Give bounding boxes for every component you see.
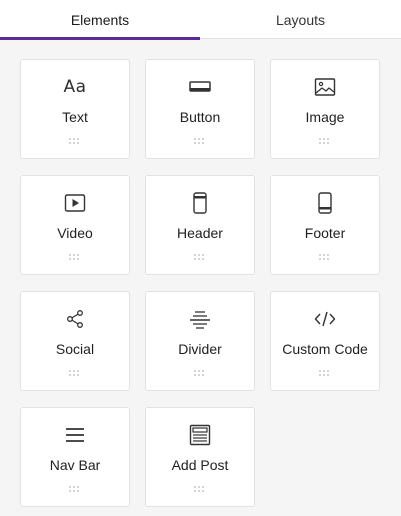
header-phone-icon bbox=[146, 191, 254, 215]
element-label-social: Social bbox=[55, 341, 95, 357]
element-card-footer[interactable]: Footer bbox=[270, 175, 380, 275]
element-label-button: Button bbox=[179, 109, 221, 125]
share-icon bbox=[21, 307, 129, 331]
element-card-header[interactable]: Header bbox=[145, 175, 255, 275]
element-card-custom-code[interactable]: Custom Code bbox=[270, 291, 380, 391]
post-layout-icon bbox=[146, 423, 254, 447]
text-aa-icon: Aa bbox=[63, 77, 87, 97]
element-card-text[interactable]: Aa Text bbox=[20, 59, 130, 159]
element-card-social[interactable]: Social bbox=[20, 291, 130, 391]
element-card-video[interactable]: Video bbox=[20, 175, 130, 275]
element-card-divider[interactable]: Divider bbox=[145, 291, 255, 391]
drag-handle-icon[interactable] bbox=[319, 138, 331, 144]
button-icon bbox=[146, 75, 254, 99]
code-icon bbox=[271, 307, 379, 331]
element-card-nav-bar[interactable]: Nav Bar bbox=[20, 407, 130, 507]
footer-phone-icon bbox=[271, 191, 379, 215]
image-icon bbox=[271, 75, 379, 99]
video-play-icon bbox=[21, 191, 129, 215]
element-label-add-post: Add Post bbox=[171, 457, 229, 473]
element-label-custom-code: Custom Code bbox=[282, 341, 368, 357]
element-card-image[interactable]: Image bbox=[270, 59, 380, 159]
drag-handle-icon[interactable] bbox=[194, 486, 206, 492]
element-label-video: Video bbox=[57, 225, 93, 241]
drag-handle-icon[interactable] bbox=[319, 254, 331, 260]
element-label-divider: Divider bbox=[178, 341, 222, 357]
drag-handle-icon[interactable] bbox=[194, 254, 206, 260]
tab-elements[interactable]: Elements bbox=[0, 0, 200, 40]
element-label-footer: Footer bbox=[304, 225, 346, 241]
tab-bar: Elements Layouts bbox=[0, 0, 401, 40]
element-card-add-post[interactable]: Add Post bbox=[145, 407, 255, 507]
elements-grid: Aa Text Button Image Video Header Footer… bbox=[20, 59, 380, 507]
element-label-header: Header bbox=[177, 225, 223, 241]
drag-handle-icon[interactable] bbox=[69, 254, 81, 260]
hamburger-menu-icon bbox=[21, 423, 129, 447]
drag-handle-icon[interactable] bbox=[194, 370, 206, 376]
tab-layouts[interactable]: Layouts bbox=[200, 0, 401, 39]
drag-handle-icon[interactable] bbox=[194, 138, 206, 144]
drag-handle-icon[interactable] bbox=[69, 370, 81, 376]
divider-icon bbox=[146, 307, 254, 331]
element-label-text: Text bbox=[62, 109, 88, 125]
drag-handle-icon[interactable] bbox=[319, 370, 331, 376]
element-label-nav-bar: Nav Bar bbox=[49, 457, 101, 473]
element-label-image: Image bbox=[305, 109, 345, 125]
drag-handle-icon[interactable] bbox=[69, 486, 81, 492]
element-card-button[interactable]: Button bbox=[145, 59, 255, 159]
drag-handle-icon[interactable] bbox=[69, 138, 81, 144]
